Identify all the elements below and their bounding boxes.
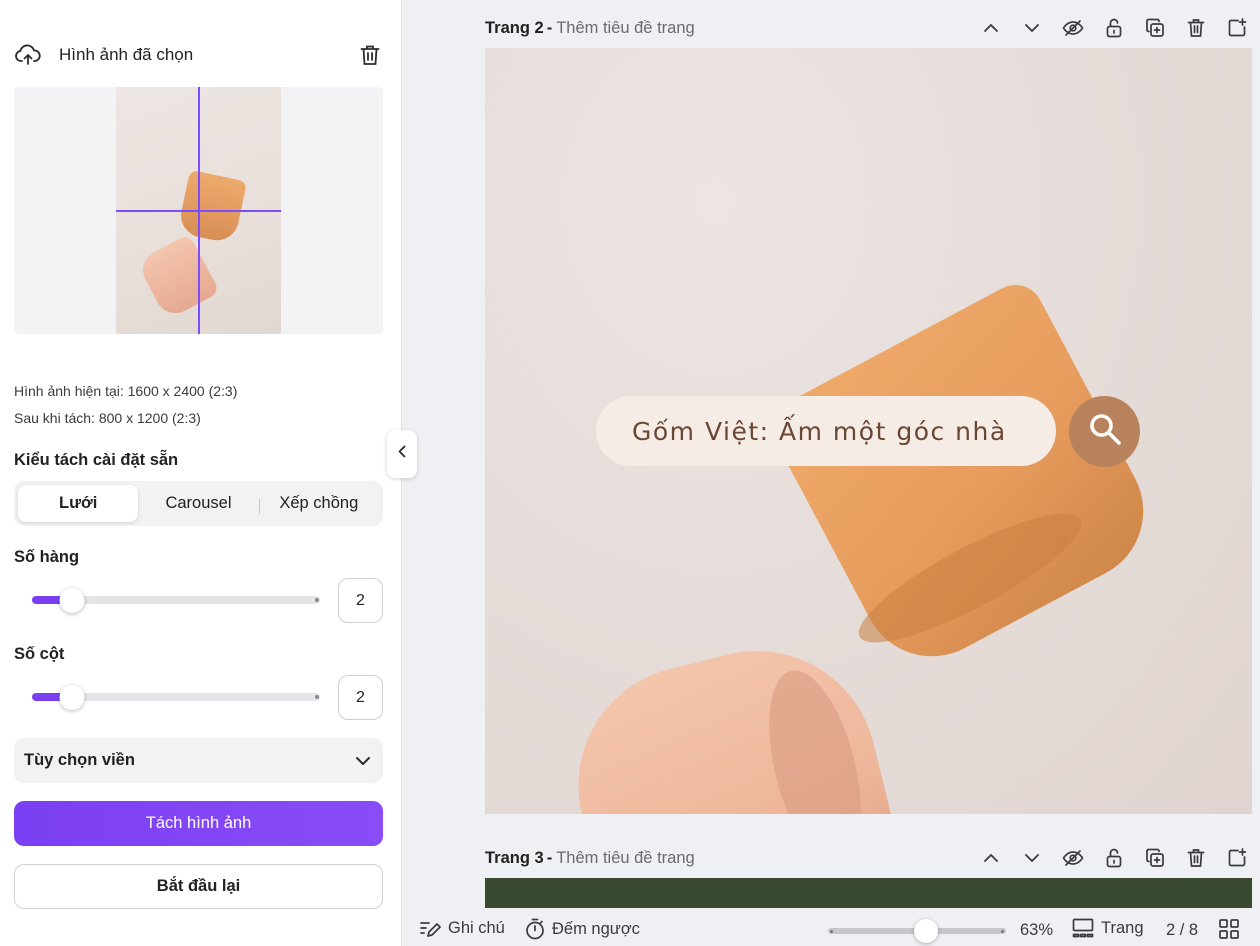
zoom-slider-end bbox=[1001, 929, 1004, 933]
grid-line-horizontal bbox=[116, 210, 281, 212]
search-bar-text: Gốm Việt: Ấm một góc nhà bbox=[632, 416, 1007, 446]
orange-cup-image bbox=[762, 275, 1168, 681]
preview-cup-pink bbox=[136, 233, 220, 321]
notes-label: Ghi chú bbox=[448, 918, 505, 937]
cloud-upload-icon[interactable] bbox=[14, 41, 42, 69]
preset-grid[interactable]: Lưới bbox=[18, 485, 139, 522]
page-2-header: Trang 2 - Thêm tiêu đề trang bbox=[485, 13, 1250, 43]
panel-title: Hình ảnh đã chọn bbox=[59, 45, 194, 64]
page-3-toolbar bbox=[977, 845, 1250, 872]
preset-carousel[interactable]: Carousel bbox=[138, 485, 258, 522]
chevron-up-icon[interactable] bbox=[977, 845, 1004, 872]
zoom-slider-start bbox=[830, 929, 833, 933]
page-count: 2 / 8 bbox=[1166, 921, 1199, 939]
notes-button[interactable]: Ghi chú bbox=[419, 918, 505, 938]
bottom-toolbar: Ghi chú Đếm ngược 63% Trang 2 / 8 bbox=[403, 910, 1260, 946]
timer-button[interactable]: Đếm ngược bbox=[525, 918, 640, 940]
preview-cup-orange bbox=[176, 169, 248, 245]
page-2-toolbar bbox=[977, 15, 1250, 42]
page-2-title-input[interactable]: Thêm tiêu đề trang bbox=[556, 19, 695, 38]
columns-slider-end bbox=[315, 695, 319, 699]
page-3-title-input[interactable]: Thêm tiêu đề trang bbox=[556, 849, 695, 868]
chevron-up-icon[interactable] bbox=[977, 15, 1004, 42]
columns-slider-thumb[interactable] bbox=[59, 685, 85, 710]
notes-pencil-icon bbox=[420, 922, 441, 937]
chevron-down-icon bbox=[353, 751, 373, 771]
columns-slider[interactable] bbox=[32, 682, 320, 712]
page-3-name: Trang 3 bbox=[485, 848, 544, 867]
rows-label: Số hàng bbox=[14, 548, 80, 566]
hide-eye-icon[interactable] bbox=[1059, 15, 1086, 42]
pages-label: Trang bbox=[1101, 918, 1144, 937]
border-options-dropdown[interactable]: Tùy chọn viền bbox=[14, 738, 383, 783]
preset-label: Kiểu tách cài đặt sẵn bbox=[14, 451, 179, 469]
split-image-button[interactable]: Tách hình ảnh bbox=[14, 801, 383, 846]
page-2-separator: - bbox=[546, 18, 553, 37]
border-options-label: Tùy chọn viền bbox=[24, 751, 135, 769]
zoom-value[interactable]: 63% bbox=[1020, 921, 1053, 940]
unlock-icon[interactable] bbox=[1100, 15, 1127, 42]
grid-view-icon[interactable] bbox=[1218, 918, 1240, 940]
pages-layout-icon bbox=[1072, 918, 1094, 938]
page-3-header: Trang 3 - Thêm tiêu đề trang bbox=[485, 843, 1250, 873]
rows-slider[interactable] bbox=[32, 585, 320, 615]
start-over-button[interactable]: Bắt đầu lại bbox=[14, 864, 383, 909]
chevron-left-icon bbox=[398, 445, 406, 463]
split-image-panel: Hình ảnh đã chọn Hình ảnh hiện tại: 1600… bbox=[0, 0, 402, 946]
search-icon bbox=[1087, 411, 1123, 452]
page-3-canvas[interactable] bbox=[485, 878, 1252, 908]
rows-slider-thumb[interactable] bbox=[59, 588, 85, 613]
zoom-slider-thumb[interactable] bbox=[914, 919, 938, 943]
rows-slider-end bbox=[315, 598, 319, 602]
chevron-down-icon[interactable] bbox=[1018, 15, 1045, 42]
split-preview bbox=[14, 87, 383, 334]
trash-icon[interactable] bbox=[1182, 15, 1209, 42]
page-2-name: Trang 2 bbox=[485, 18, 544, 37]
panel-header: Hình ảnh đã chọn bbox=[14, 40, 384, 70]
preset-segmented-control: Lưới Carousel Xếp chồng bbox=[14, 481, 383, 526]
add-page-icon[interactable] bbox=[1223, 15, 1250, 42]
trash-icon[interactable] bbox=[1182, 845, 1209, 872]
page-3-separator: - bbox=[546, 848, 553, 867]
search-bar-element[interactable]: Gốm Việt: Ấm một góc nhà bbox=[596, 396, 1056, 466]
columns-value[interactable]: 2 bbox=[338, 675, 383, 720]
timer-label: Đếm ngược bbox=[552, 919, 640, 938]
columns-label: Số cột bbox=[14, 645, 65, 663]
search-button-element[interactable] bbox=[1069, 396, 1140, 467]
add-page-icon[interactable] bbox=[1223, 845, 1250, 872]
current-image-info: Hình ảnh hiện tại: 1600 x 2400 (2:3) bbox=[14, 383, 238, 399]
after-split-info: Sau khi tách: 800 x 1200 (2:3) bbox=[14, 410, 201, 426]
duplicate-icon[interactable] bbox=[1141, 15, 1168, 42]
zoom-slider[interactable] bbox=[828, 919, 1006, 943]
preset-stack[interactable]: Xếp chồng bbox=[258, 485, 379, 522]
stopwatch-icon bbox=[526, 918, 544, 940]
chevron-down-icon[interactable] bbox=[1018, 845, 1045, 872]
collapse-panel-button[interactable] bbox=[387, 430, 417, 478]
rows-value[interactable]: 2 bbox=[338, 578, 383, 623]
preview-image bbox=[116, 87, 281, 334]
hide-eye-icon[interactable] bbox=[1059, 845, 1086, 872]
duplicate-icon[interactable] bbox=[1141, 845, 1168, 872]
delete-image-button[interactable] bbox=[356, 41, 384, 69]
pages-button[interactable]: Trang bbox=[1072, 918, 1144, 938]
page-2-canvas[interactable]: Gốm Việt: Ấm một góc nhà bbox=[485, 48, 1252, 814]
unlock-icon[interactable] bbox=[1100, 845, 1127, 872]
